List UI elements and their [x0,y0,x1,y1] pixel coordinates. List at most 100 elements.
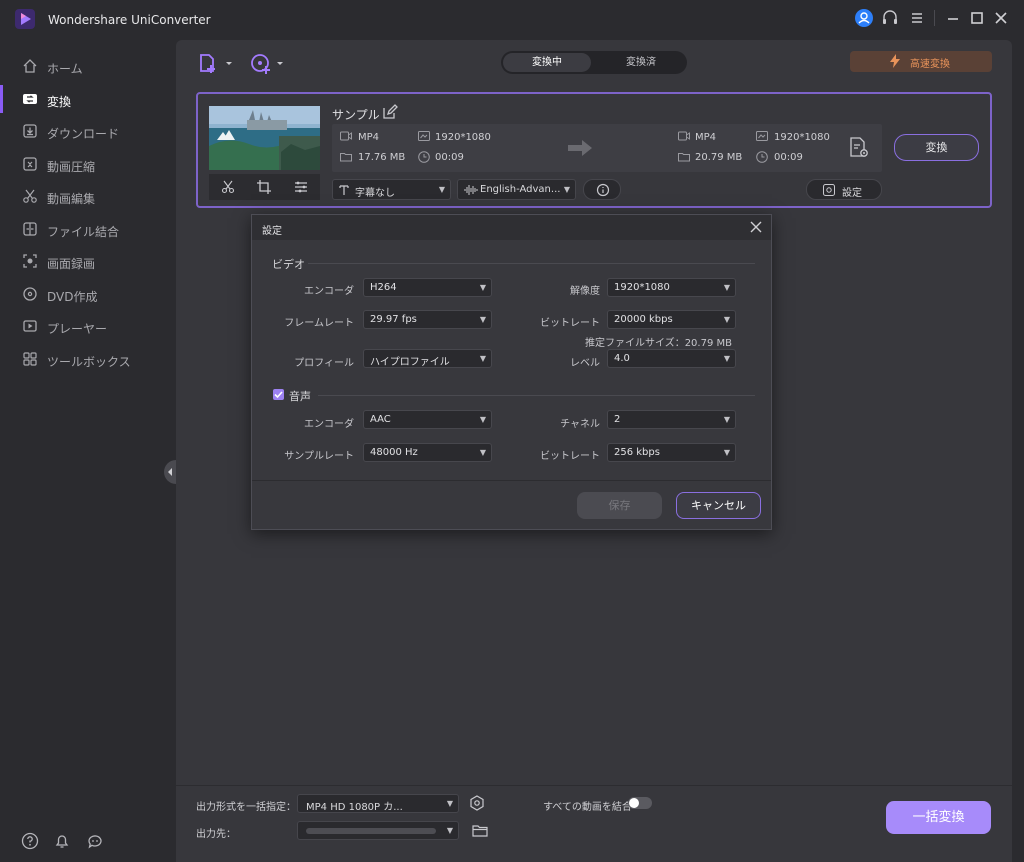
output-format-select[interactable]: MP4 HD 1080P カ... ▼ [297,794,459,813]
output-settings-icon[interactable] [848,136,870,160]
resolution-select[interactable]: 1920*1080 ▼ [607,278,736,297]
dialog-title: 設定 [262,226,282,237]
chevron-down-icon: ▼ [723,315,730,324]
audio-encoder-select[interactable]: AAC ▼ [363,410,492,429]
tab-converting[interactable]: 変換中 [503,53,591,72]
video-format-icon [678,130,690,142]
sidebar-item-label: DVD作成 [47,290,98,304]
framerate-value: 29.97 fps [370,314,417,325]
convert-icon [22,91,38,107]
resolution-label: 解像度 [570,286,600,297]
video-bitrate-select[interactable]: 20000 kbps ▼ [607,310,736,329]
add-file-button[interactable] [198,52,238,76]
sidebar-item-dvd[interactable]: DVD作成 [0,278,176,310]
framerate-select[interactable]: 29.97 fps ▼ [363,310,492,329]
channel-label: チャネル [560,419,600,430]
download-icon [22,123,38,139]
sidebar-item-edit[interactable]: 動画編集 [0,180,176,212]
turbo-convert-label: 高速変換 [910,59,950,70]
status-tabs: 変換中 変換済 [501,51,687,74]
trim-icon[interactable] [221,180,235,194]
sidebar-item-convert[interactable]: 変換 [0,83,176,115]
cancel-button[interactable]: キャンセル [676,492,761,519]
user-icon[interactable] [854,8,874,28]
clock-icon [756,151,768,163]
audio-checkbox[interactable] [273,389,284,400]
sidebar-item-home[interactable]: ホーム [0,50,176,82]
sidebar-item-download[interactable]: ダウンロード [0,115,176,147]
sidebar-item-label: 動画編集 [47,192,96,206]
audio-track-select[interactable]: English-Advan... ▼ [457,179,576,200]
text-icon [339,184,351,196]
level-select[interactable]: 4.0 ▼ [607,349,736,368]
scissors-icon [22,188,38,204]
waveform-icon [464,184,478,196]
batch-convert-button[interactable]: 一括変換 [886,801,991,834]
video-thumbnail[interactable] [209,106,320,170]
compress-icon [22,156,38,172]
tab-converted[interactable]: 変換済 [597,53,685,72]
sidebar-item-compress[interactable]: 動画圧縮 [0,148,176,180]
target-duration: 00:09 [774,152,803,163]
resolution-value: 1920*1080 [614,282,670,293]
record-icon [22,253,38,269]
chevron-down-icon: ▼ [479,415,486,424]
chevron-down-icon: ▼ [438,185,445,194]
file-name: サンプル [332,108,380,122]
convert-button[interactable]: 変換 [894,134,979,161]
crop-icon[interactable] [257,180,271,194]
merge-label: すべての動画を結合 [543,802,632,813]
maximize-icon[interactable] [967,8,987,28]
format-settings-icon[interactable] [469,795,485,811]
channel-select[interactable]: 2 ▼ [607,410,736,429]
level-label: レベル [570,358,600,369]
merge-toggle[interactable] [628,797,652,809]
samplerate-select[interactable]: 48000 Hz ▼ [363,443,492,462]
output-path-blurred [306,828,436,834]
dialog-header: 設定 [252,215,771,240]
file-info-button[interactable] [583,179,621,200]
audio-bitrate-select[interactable]: 256 kbps ▼ [607,443,736,462]
subtitle-select[interactable]: 字幕なし ▼ [332,179,451,200]
output-dir-select[interactable]: ▼ [297,821,459,840]
home-icon [22,58,38,74]
chevron-down-icon: ▼ [479,448,486,457]
video-encoder-label: エンコーダ [304,286,354,297]
target-format: MP4 [695,132,717,143]
chevron-down-icon: ▼ [446,799,453,808]
rename-icon[interactable] [382,104,398,120]
close-icon[interactable] [991,8,1011,28]
source-format: MP4 [358,132,380,143]
collapse-sidebar-button[interactable] [164,460,176,484]
add-dvd-button[interactable] [250,52,290,76]
sidebar-item-label: ファイル結合 [47,225,120,239]
sidebar: ホーム 変換 ダウンロード 動画圧縮 動画編集 ファイル結合 画面録画 DVD作… [0,36,176,862]
output-dir-label: 出力先： [196,829,236,840]
menu-icon[interactable] [907,8,927,28]
save-button[interactable]: 保存 [577,492,662,519]
chevron-down-icon: ▼ [563,185,570,194]
minimize-icon[interactable] [943,8,963,28]
turbo-convert-button[interactable]: 高速変換 [850,51,992,72]
sidebar-item-player[interactable]: プレーヤー [0,310,176,342]
video-bitrate-value: 20000 kbps [614,314,673,325]
help-icon[interactable] [21,832,39,850]
sidebar-item-record[interactable]: 画面録画 [0,245,176,277]
audio-bitrate-value: 256 kbps [614,447,660,458]
feedback-icon[interactable] [86,832,104,850]
video-encoder-select[interactable]: H264 ▼ [363,278,492,297]
sidebar-item-toolbox[interactable]: ツールボックス [0,343,176,375]
folder-open-icon[interactable] [472,823,488,839]
profile-select[interactable]: ハイプロファイル ▼ [363,349,492,368]
settings-button[interactable]: 設定 [806,179,882,200]
headset-icon[interactable] [880,8,900,28]
close-icon[interactable] [749,220,763,234]
titlebar-divider [934,10,935,26]
effects-icon[interactable] [294,180,308,194]
folder-icon [340,151,352,163]
folder-icon [678,151,690,163]
output-format-label: 出力形式を一括指定： [196,802,296,813]
sidebar-item-merge[interactable]: ファイル結合 [0,213,176,245]
bell-icon[interactable] [53,832,71,850]
samplerate-label: サンプルレート [284,451,354,462]
